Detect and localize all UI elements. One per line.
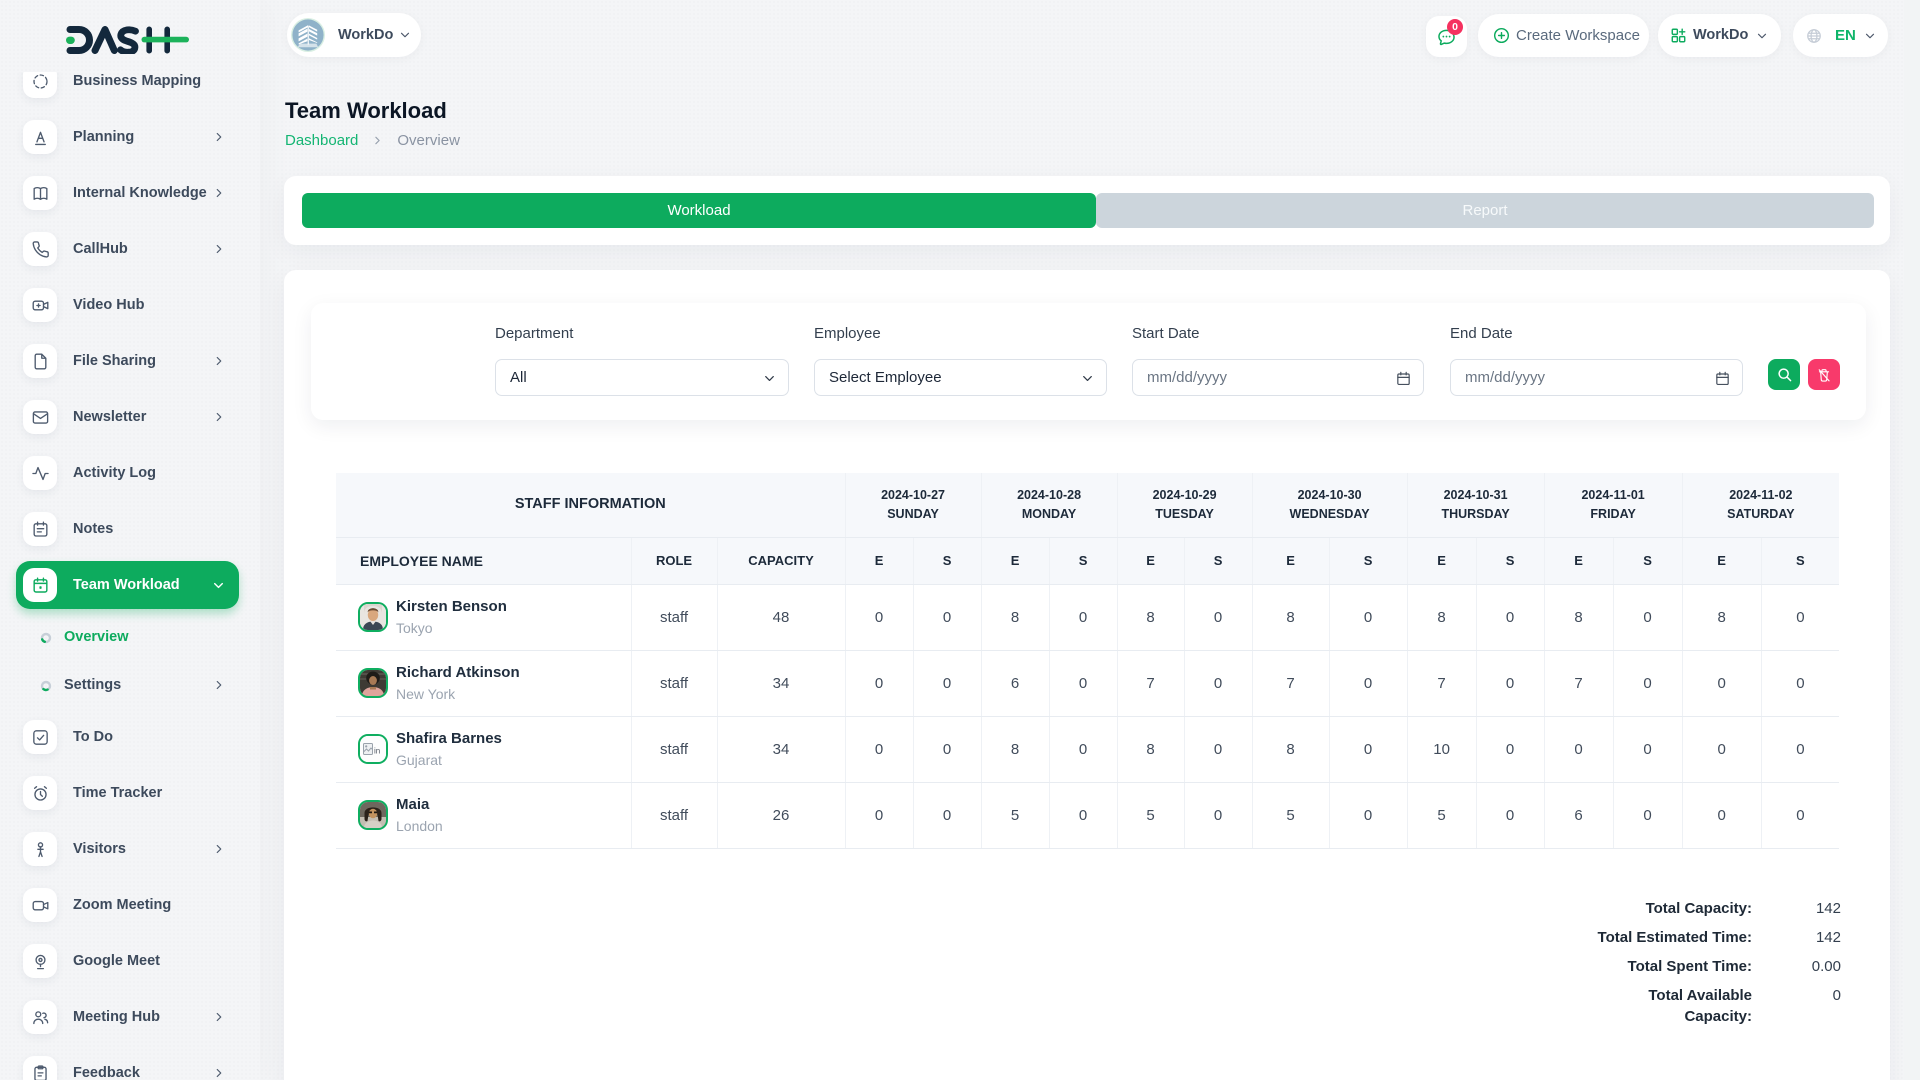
svg-text:in: in bbox=[374, 747, 380, 756]
